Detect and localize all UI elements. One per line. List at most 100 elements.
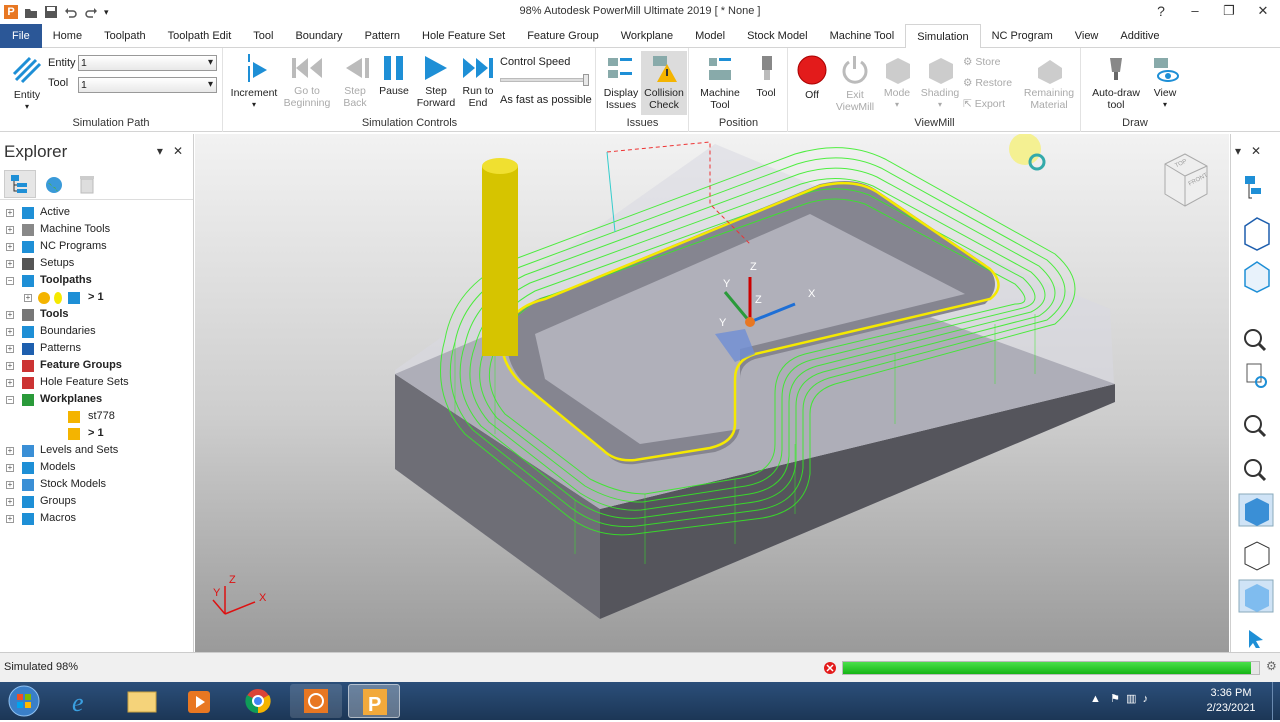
taskbar-powermill[interactable]: P <box>348 684 400 718</box>
taskbar-explorer[interactable] <box>116 684 168 718</box>
globe-icon[interactable] <box>44 175 64 195</box>
collision-check-button[interactable]: Collision Check <box>641 51 687 115</box>
restore-button[interactable]: ❐ <box>1212 0 1246 24</box>
expand-toggle-icon[interactable]: + <box>6 481 14 489</box>
tree-item[interactable]: + Models <box>0 459 193 476</box>
go-to-beginning-button[interactable]: Go to Beginning <box>282 54 332 109</box>
restore-button-viewmill[interactable]: ⚙ Restore <box>963 77 1012 89</box>
refresh-page-icon[interactable] <box>1246 363 1267 388</box>
zoom-fit-icon[interactable] <box>1244 415 1267 438</box>
tab-boundary[interactable]: Boundary <box>284 24 353 48</box>
tray-network-icon[interactable]: ▥ <box>1126 693 1136 705</box>
expand-toggle-icon[interactable]: + <box>6 362 14 370</box>
speed-slider-thumb[interactable] <box>583 74 589 86</box>
viewmill-off-button[interactable]: Off <box>793 54 831 101</box>
zoom-box-icon[interactable] <box>1244 459 1267 482</box>
tab-additive[interactable]: Additive <box>1109 24 1170 48</box>
shaded-view-icon[interactable] <box>1238 493 1274 527</box>
auto-draw-tool-button[interactable]: Auto-draw tool <box>1086 54 1146 111</box>
tab-model[interactable]: Model <box>684 24 736 48</box>
display-issues-button[interactable]: Display Issues <box>601 54 641 111</box>
help-icon[interactable]: ? <box>1144 0 1178 24</box>
wireframe-view-icon[interactable] <box>1244 541 1270 571</box>
tab-hole-feature-set[interactable]: Hole Feature Set <box>411 24 516 48</box>
toolbar-menu-icon[interactable]: ▾ <box>1235 144 1241 158</box>
expand-toggle-icon[interactable]: + <box>6 345 14 353</box>
expand-toggle-icon[interactable]: + <box>6 226 14 234</box>
expand-toggle-icon[interactable]: + <box>6 311 14 319</box>
mode-button[interactable]: Mode ▾ <box>877 54 917 111</box>
graphics-viewport[interactable]: Z X Y Z Y Z X Y TOP FRONT <box>195 134 1229 652</box>
tree-item[interactable]: + Boundaries <box>0 323 193 340</box>
tree-item[interactable]: + Patterns <box>0 340 193 357</box>
expand-toggle-icon[interactable]: + <box>6 243 14 251</box>
tab-toolpath-edit[interactable]: Toolpath Edit <box>157 24 243 48</box>
tree-item[interactable]: st778 <box>0 408 193 425</box>
show-desktop-button[interactable] <box>1272 682 1280 720</box>
minimize-button[interactable]: – <box>1178 0 1212 24</box>
expand-toggle-icon[interactable]: + <box>6 498 14 506</box>
tab-view[interactable]: View <box>1064 24 1110 48</box>
tree-view-tab[interactable] <box>4 170 36 198</box>
tree-item[interactable]: + Tools <box>0 306 193 323</box>
stop-simulation-icon[interactable] <box>823 661 837 675</box>
expand-toggle-icon[interactable]: + <box>6 379 14 387</box>
tree-item[interactable]: + Hole Feature Sets <box>0 374 193 391</box>
tab-pattern[interactable]: Pattern <box>354 24 411 48</box>
expand-toggle-icon[interactable]: + <box>24 294 32 302</box>
draw-view-button[interactable]: View ▾ <box>1146 54 1184 111</box>
tree-item[interactable]: + Setups <box>0 255 193 272</box>
taskbar-app[interactable] <box>290 684 342 718</box>
plain-shaded-icon[interactable] <box>1238 579 1274 613</box>
status-settings-icon[interactable]: ⚙ <box>1266 659 1277 673</box>
taskbar-media[interactable] <box>174 684 226 718</box>
machine-tool-button[interactable]: Machine Tool <box>694 54 746 111</box>
tab-stock-model[interactable]: Stock Model <box>736 24 819 48</box>
explorer-menu-icon[interactable]: ▾ <box>157 144 163 158</box>
expand-toggle-icon[interactable]: + <box>6 464 14 472</box>
step-forward-button[interactable]: Step Forward <box>414 54 458 109</box>
tree-item[interactable]: + Machine Tools <box>0 221 193 238</box>
expand-toggle-icon[interactable]: − <box>6 396 14 404</box>
tree-item[interactable]: − Workplanes <box>0 391 193 408</box>
tree-item[interactable]: − Toolpaths <box>0 272 193 289</box>
increment-button[interactable]: Increment ▾ <box>228 54 280 111</box>
tree-item[interactable]: + Levels and Sets <box>0 442 193 459</box>
clock[interactable]: 3:36 PM 2/23/2021 <box>1196 686 1266 716</box>
tray-volume-icon[interactable]: ♪ <box>1143 693 1149 705</box>
tool-select[interactable]: 1 <box>78 77 217 93</box>
tree-item[interactable]: + Stock Models <box>0 476 193 493</box>
tab-simulation[interactable]: Simulation <box>905 24 981 49</box>
exit-viewmill-button[interactable]: Exit ViewMill <box>833 54 877 113</box>
remaining-material-button[interactable]: Remaining Material <box>1021 54 1077 111</box>
expand-toggle-icon[interactable]: + <box>6 209 14 217</box>
step-back-button[interactable]: Step Back <box>334 54 376 109</box>
tab-feature-group[interactable]: Feature Group <box>516 24 610 48</box>
tray-expand-icon[interactable]: ▲ <box>1090 693 1101 705</box>
tree-item[interactable]: + Groups <box>0 493 193 510</box>
tab-file[interactable]: File <box>0 24 42 48</box>
entity-button[interactable]: Entity ▾ <box>6 54 48 113</box>
view-tree-icon[interactable] <box>1245 176 1261 199</box>
close-button[interactable]: ✕ <box>1246 0 1280 24</box>
cube-view-icon[interactable] <box>1244 261 1270 293</box>
tree-item[interactable]: > 1 <box>0 425 193 442</box>
expand-toggle-icon[interactable]: + <box>6 447 14 455</box>
tab-machine-tool[interactable]: Machine Tool <box>819 24 906 48</box>
run-to-end-button[interactable]: Run to End <box>458 54 498 109</box>
taskbar-chrome[interactable] <box>232 684 284 718</box>
export-button[interactable]: ⇱ Export <box>963 98 1005 110</box>
tree-item[interactable]: + Feature Groups <box>0 357 193 374</box>
toolbar-close-icon[interactable]: ✕ <box>1251 144 1261 158</box>
tab-toolpath[interactable]: Toolpath <box>93 24 157 48</box>
tray-flag-icon[interactable]: ⚑ <box>1110 693 1120 705</box>
select-pointer-icon[interactable] <box>1249 630 1263 650</box>
tree-item[interactable]: + NC Programs <box>0 238 193 255</box>
tab-home[interactable]: Home <box>42 24 93 48</box>
trash-icon[interactable] <box>78 174 96 194</box>
pause-button[interactable]: Pause <box>376 54 412 97</box>
expand-toggle-icon[interactable]: + <box>6 328 14 336</box>
speed-slider[interactable] <box>500 74 589 86</box>
expand-toggle-icon[interactable]: − <box>6 277 14 285</box>
start-button-icon[interactable] <box>6 684 42 718</box>
